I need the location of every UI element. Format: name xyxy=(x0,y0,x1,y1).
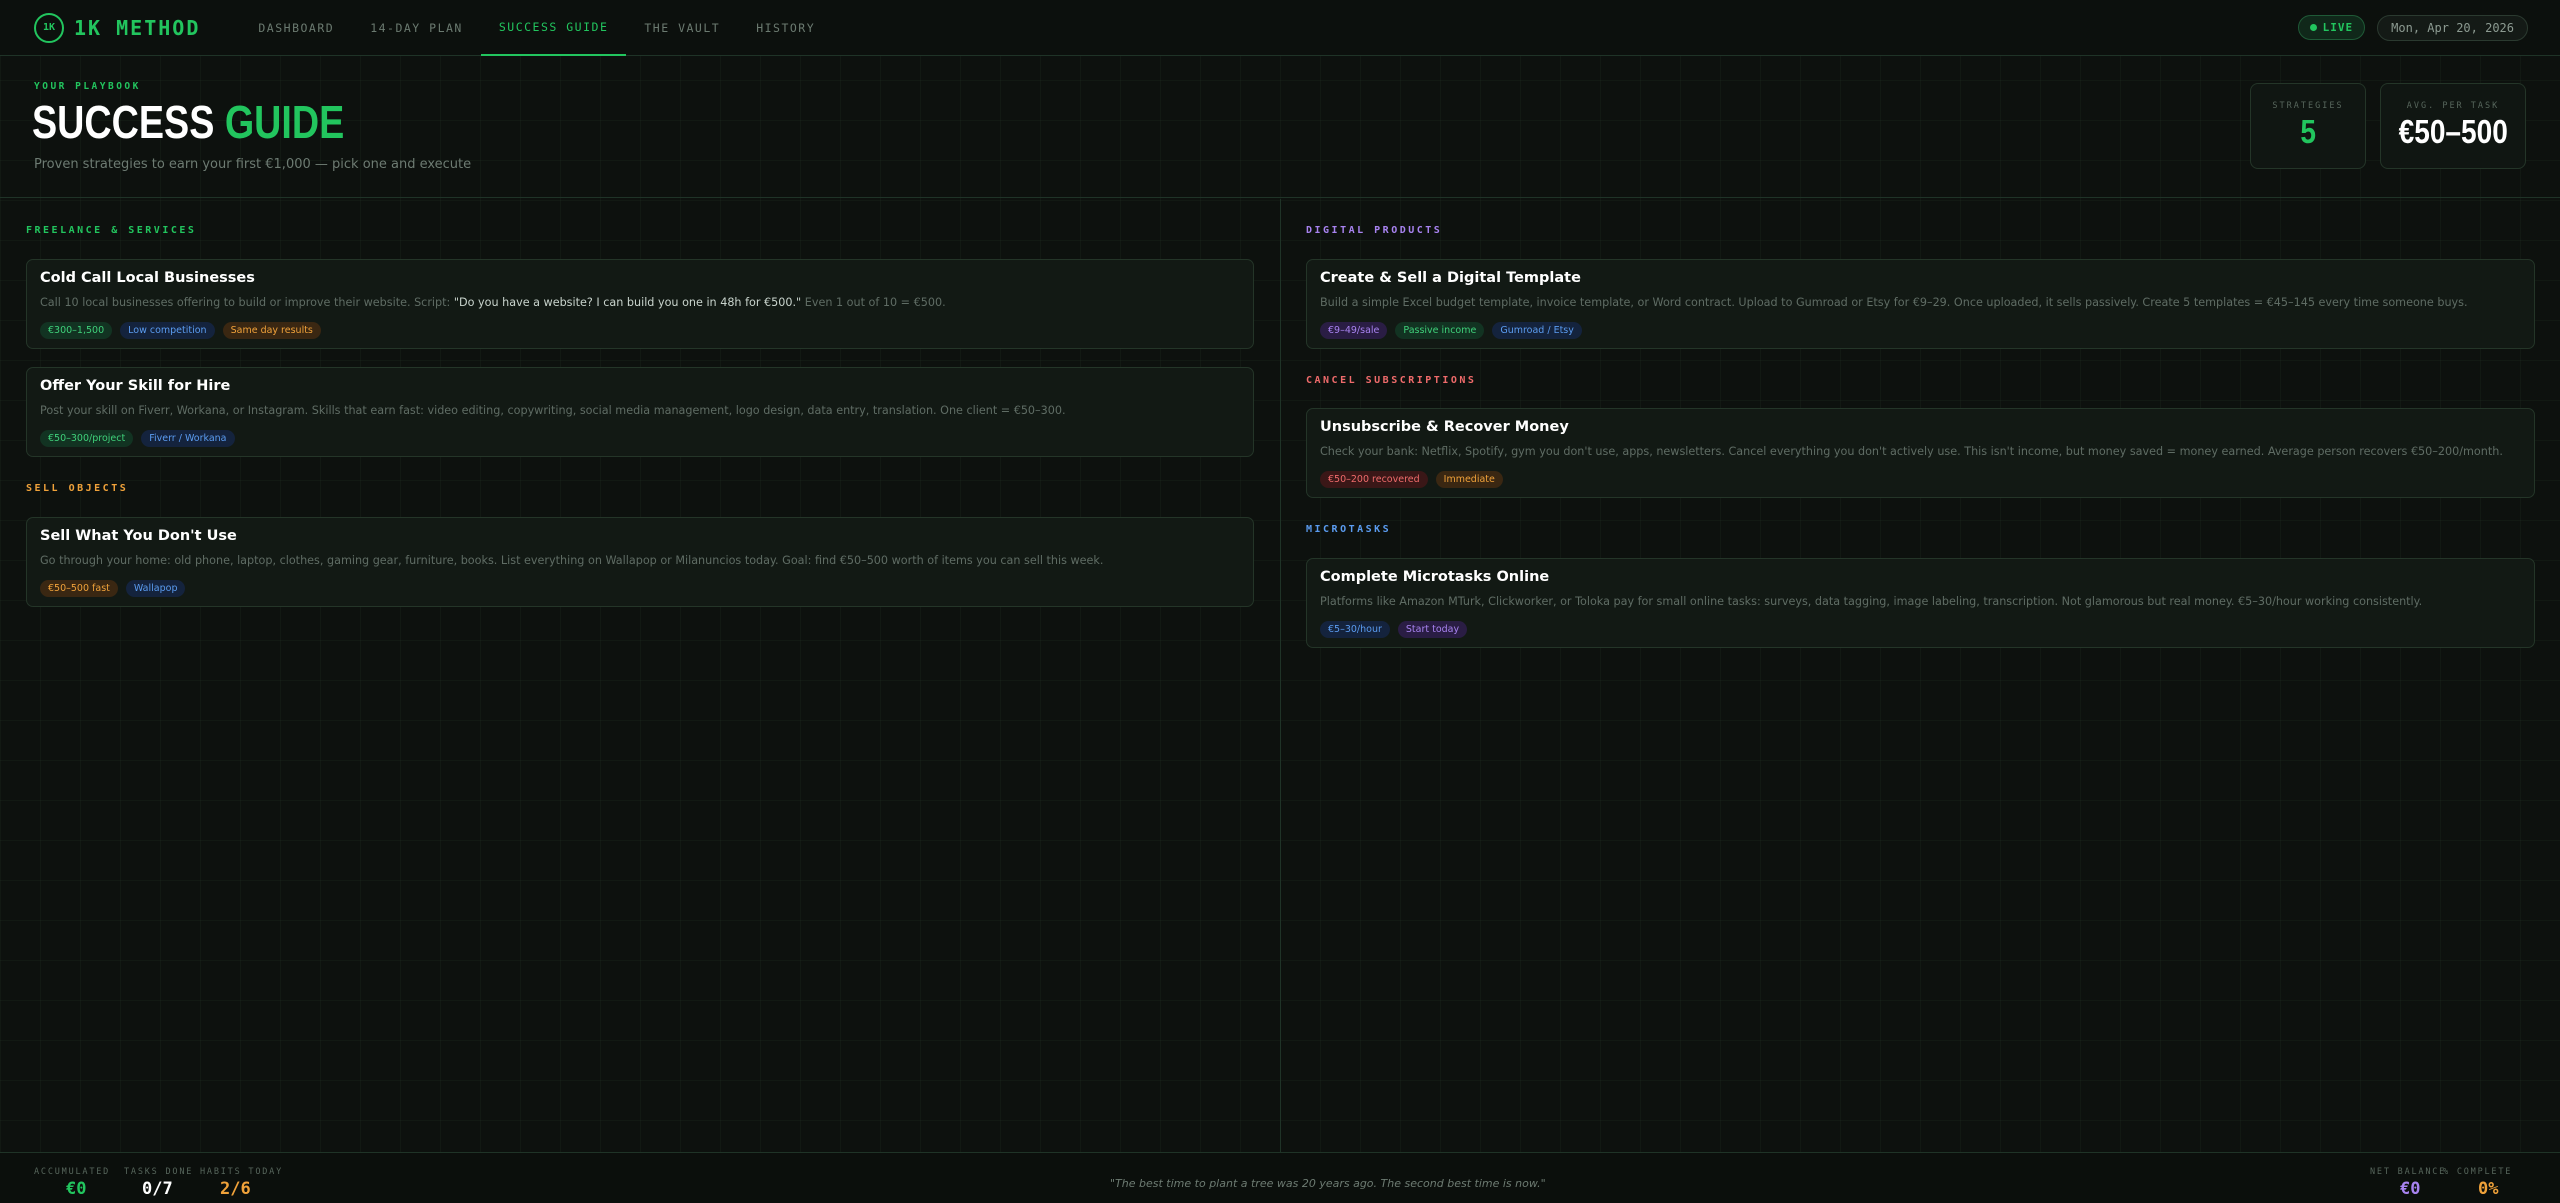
strategy-card-skill-hire[interactable]: Offer Your Skill for Hire Post your skil… xyxy=(26,367,1254,457)
page-title: SUCCESS GUIDE xyxy=(32,95,344,149)
section-cancel-label: CANCEL SUBSCRIPTIONS xyxy=(1306,375,1477,386)
card-tags: €9–49/sale Passive income Gumroad / Etsy xyxy=(1320,322,1582,339)
tag-platform: Fiverr / Workana xyxy=(141,430,235,447)
live-label: LIVE xyxy=(2322,21,2354,34)
stat-avg-value: €50–500 xyxy=(2398,113,2508,150)
footer-habits-label: HABITS TODAY xyxy=(200,1167,284,1177)
page-title-accent: GUIDE xyxy=(224,96,345,148)
card-title: Offer Your Skill for Hire xyxy=(40,378,231,394)
tag-earnings: €50–500 fast xyxy=(40,580,118,597)
card-tags: €50–500 fast Wallapop xyxy=(40,580,186,597)
top-nav-bar: 1K 1K METHOD DASHBOARD 14-DAY PLAN SUCCE… xyxy=(0,0,2560,56)
section-micro-label: MICROTASKS xyxy=(1306,524,1392,535)
section-freelance-label: FREELANCE & SERVICES xyxy=(26,225,197,236)
footer-balance-value: €0 xyxy=(2400,1179,2421,1199)
card-tags: €50–200 recovered Immediate xyxy=(1320,471,1503,488)
card-tags: €5–30/hour Start today xyxy=(1320,621,1468,638)
footer-complete-label: % COMPLETE xyxy=(2443,1167,2513,1177)
strategy-card-template[interactable]: Create & Sell a Digital Template Build a… xyxy=(1306,259,2535,349)
tag-earnings: €5–30/hour xyxy=(1320,621,1390,638)
strategy-card-sell[interactable]: Sell What You Don't Use Go through your … xyxy=(26,517,1254,607)
footer-habits-value: 2/6 xyxy=(220,1179,251,1199)
live-dot-icon xyxy=(2309,24,2317,31)
section-sell-label: SELL OBJECTS xyxy=(26,483,129,494)
footer-stats-bar: ACCUMULATED €0 TASKS DONE 0/7 HABITS TOD… xyxy=(0,1152,2560,1203)
main-nav: DASHBOARD 14-DAY PLAN SUCCESS GUIDE THE … xyxy=(240,0,833,56)
card-tags: €50–300/project Fiverr / Workana xyxy=(40,430,235,447)
page-eyebrow: YOUR PLAYBOOK xyxy=(34,81,141,92)
footer-balance-label: NET BALANCE xyxy=(2370,1167,2447,1177)
card-description: Platforms like Amazon MTurk, Clickworker… xyxy=(1320,595,2423,608)
tag-platform: Wallapop xyxy=(125,580,186,597)
brand[interactable]: 1K 1K METHOD xyxy=(34,12,201,43)
strategy-card-microtasks[interactable]: Complete Microtasks Online Platforms lik… xyxy=(1306,558,2535,648)
tag-type: Passive income xyxy=(1395,322,1485,339)
tag-earnings: €9–49/sale xyxy=(1320,322,1388,339)
tag-speed: Immediate xyxy=(1435,471,1503,488)
card-title: Complete Microtasks Online xyxy=(1320,569,1550,585)
tag-speed: Same day results xyxy=(222,322,321,339)
stat-strategies-label: STRATEGIES xyxy=(2272,101,2344,111)
page-header: YOUR PLAYBOOK SUCCESS GUIDE Proven strat… xyxy=(0,57,2560,198)
card-description: Call 10 local businesses offering to bui… xyxy=(40,296,946,309)
nav-history[interactable]: HISTORY xyxy=(738,0,833,56)
nav-dashboard[interactable]: DASHBOARD xyxy=(240,0,352,56)
column-divider xyxy=(1280,199,1281,1152)
brand-name: 1K METHOD xyxy=(74,15,201,40)
card-title: Unsubscribe & Recover Money xyxy=(1320,419,1569,435)
section-digital-label: DIGITAL PRODUCTS xyxy=(1306,225,1443,236)
logo-icon: 1K xyxy=(34,12,64,43)
footer-tasks-value: 0/7 xyxy=(142,1179,173,1199)
card-description: Go through your home: old phone, laptop,… xyxy=(40,554,1104,567)
footer-accumulated-value: €0 xyxy=(66,1179,87,1199)
date-badge: Mon, Apr 20, 2026 xyxy=(2377,14,2528,41)
live-badge: LIVE xyxy=(2297,15,2366,40)
page-title-main: SUCCESS xyxy=(32,96,225,148)
tag-platform: Gumroad / Etsy xyxy=(1492,322,1582,339)
stat-strategies: STRATEGIES 5 xyxy=(2250,83,2366,169)
nav-the-vault[interactable]: THE VAULT xyxy=(626,0,738,56)
tag-competition: Low competition xyxy=(120,322,215,339)
stat-avg-label: AVG. PER TASK xyxy=(2406,101,2500,111)
stat-avg-per-task: AVG. PER TASK €50–500 xyxy=(2380,83,2526,169)
nav-success-guide[interactable]: SUCCESS GUIDE xyxy=(480,0,627,56)
card-title: Sell What You Don't Use xyxy=(40,528,237,544)
footer-complete-value: 0% xyxy=(2478,1179,2499,1199)
card-tags: €300–1,500 Low competition Same day resu… xyxy=(40,322,321,339)
tag-earnings: €50–300/project xyxy=(40,430,134,447)
footer-accumulated-label: ACCUMULATED xyxy=(34,1167,111,1177)
card-description: Check your bank: Netflix, Spotify, gym y… xyxy=(1320,445,2503,458)
card-title: Cold Call Local Businesses xyxy=(40,270,255,286)
strategy-card-unsubscribe[interactable]: Unsubscribe & Recover Money Check your b… xyxy=(1306,408,2535,498)
card-description: Post your skill on Fiverr, Workana, or I… xyxy=(40,404,1066,417)
card-description: Build a simple Excel budget template, in… xyxy=(1320,296,2468,309)
footer-tasks-label: TASKS DONE xyxy=(124,1167,194,1177)
footer-quote: "The best time to plant a tree was 20 ye… xyxy=(1110,1177,1546,1190)
card-title: Create & Sell a Digital Template xyxy=(1320,270,1581,286)
tag-speed: Start today xyxy=(1397,621,1468,638)
nav-14-day-plan[interactable]: 14-DAY PLAN xyxy=(352,0,481,56)
stat-strategies-value: 5 xyxy=(2300,113,2316,150)
page-subtitle: Proven strategies to earn your first €1,… xyxy=(34,157,472,172)
strategy-card-cold-call[interactable]: Cold Call Local Businesses Call 10 local… xyxy=(26,259,1254,349)
tag-earnings: €300–1,500 xyxy=(40,322,113,339)
tag-earnings: €50–200 recovered xyxy=(1320,471,1428,488)
